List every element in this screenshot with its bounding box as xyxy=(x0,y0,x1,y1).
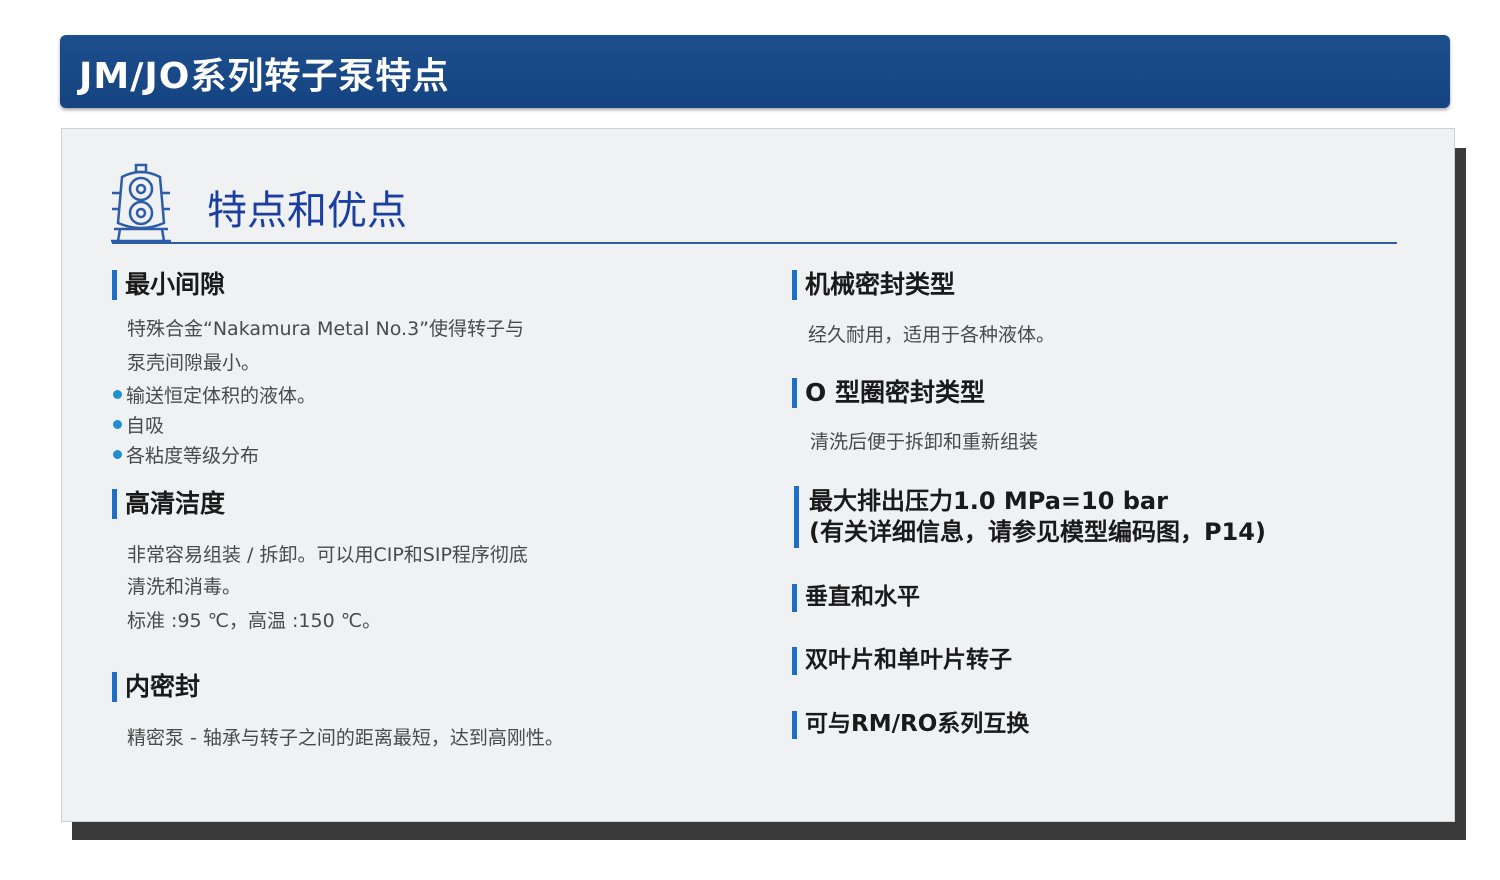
bullet-text: 各粘度等级分布 xyxy=(126,445,260,467)
pressure-line-2: (有关详细信息，请参见模型编码图，P14) xyxy=(809,518,1266,546)
heading-oring-seal: O 型圈密封类型 xyxy=(792,378,985,408)
heading-mech-seal: 机械密封类型 xyxy=(792,270,955,300)
pressure-line-1: 最大排出压力1.0 MPa=10 bar xyxy=(809,487,1168,515)
mech-seal-line: 经久耐用，适用于各种液体。 xyxy=(808,324,1056,346)
bullet-dot xyxy=(113,390,122,399)
page-title: JM/JO系列转子泵特点 xyxy=(79,56,450,97)
min-gap-line-1: 特殊合金“Nakamura Metal No.3”使得转子与 xyxy=(127,318,525,340)
list-item: 输送恒定体积的液体。 xyxy=(113,385,316,408)
bullet-dot xyxy=(113,420,122,429)
list-item: 自吸 xyxy=(113,415,164,438)
hygiene-line-1: 非常容易组装 / 拆卸。可以用CIP和SIP程序彻底 xyxy=(127,544,528,566)
heading-interchange: 可与RM/RO系列互换 xyxy=(792,711,1029,739)
bullet-text: 自吸 xyxy=(126,415,165,437)
hygiene-line-2: 清洗和消毒。 xyxy=(127,576,242,598)
bullet-dot xyxy=(113,450,122,459)
oring-seal-line: 清洗后便于拆卸和重新组装 xyxy=(810,431,1039,453)
list-item: 各粘度等级分布 xyxy=(113,445,259,468)
heading-inner-seal: 内密封 xyxy=(112,672,200,702)
heading-hygiene: 高清洁度 xyxy=(112,489,225,519)
hero-underline xyxy=(112,242,1397,244)
heading-rotor-types: 双叶片和单叶片转子 xyxy=(792,647,1012,675)
hygiene-line-3: 标准 :95 ℃，高温 :150 ℃。 xyxy=(127,610,382,632)
inner-seal-line: 精密泵 - 轴承与转子之间的距离最短，达到高刚性。 xyxy=(127,727,564,749)
min-gap-line-2: 泵壳间隙最小。 xyxy=(127,352,261,374)
pressure-block: 最大排出压力1.0 MPa=10 bar (有关详细信息，请参见模型编码图，P1… xyxy=(794,486,1266,548)
heading-min-gap: 最小间隙 xyxy=(112,270,225,300)
rotor-pump-icon xyxy=(111,163,171,243)
bullet-text: 输送恒定体积的液体。 xyxy=(126,385,317,407)
hero-title: 特点和优点 xyxy=(207,188,407,234)
heading-orientation: 垂直和水平 xyxy=(792,584,920,612)
title-bar: JM/JO系列转子泵特点 xyxy=(60,35,1450,108)
